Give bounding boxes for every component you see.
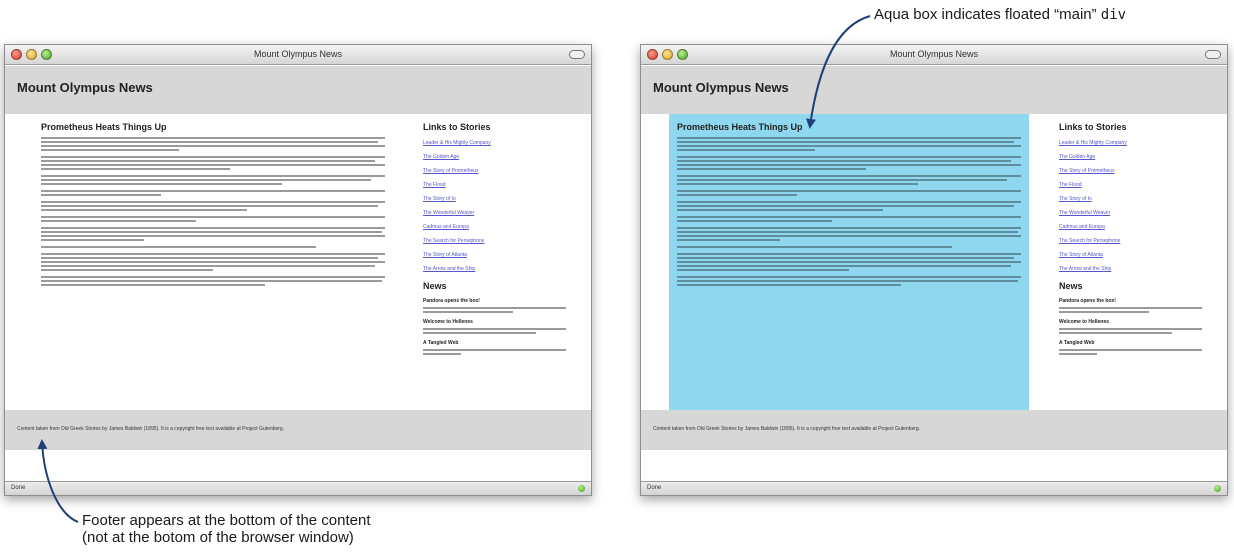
news-heading: News <box>1059 281 1083 291</box>
status-text: Done <box>11 485 26 491</box>
callout-main-div-text: Aqua box indicates floated “main” <box>874 6 1101 23</box>
site-title: Mount Olympus News <box>17 80 153 95</box>
article-paragraph <box>41 175 385 185</box>
news-item: Welcome to Hellenes <box>1059 319 1209 334</box>
news-title: A Tangled Web <box>1059 340 1095 346</box>
footer: Content taken from Old Greek Stories by … <box>5 410 591 450</box>
article-paragraph <box>677 253 1021 271</box>
story-link[interactable]: Leader & His Mighty Company <box>423 139 573 153</box>
story-link[interactable]: The Arrow and the Ship <box>1059 265 1209 279</box>
news-title: Welcome to Hellenes <box>1059 319 1109 325</box>
article-paragraph <box>677 137 1021 151</box>
browser-window-right: Mount Olympus News Mount Olympus News Pr… <box>640 44 1228 496</box>
news-item: A Tangled Web <box>423 340 573 355</box>
story-link[interactable]: The Story of Prometheus <box>1059 167 1209 181</box>
status-bar: Done <box>5 481 591 495</box>
web-page: Mount Olympus News Prometheus Heats Thin… <box>641 66 1227 481</box>
sidebar: Links to Stories Leader & His Mighty Com… <box>423 122 573 361</box>
web-page: Mount Olympus News Prometheus Heats Thin… <box>5 66 591 481</box>
title-bar: Mount Olympus News <box>641 45 1227 65</box>
story-link[interactable]: The Wonderful Weaver <box>423 209 573 223</box>
footer-text: Content taken from Old Greek Stories by … <box>653 426 921 432</box>
news-item: A Tangled Web <box>1059 340 1209 355</box>
article-paragraph <box>677 201 1021 211</box>
story-link[interactable]: The Story of Io <box>423 195 573 209</box>
article-paragraph <box>41 201 385 211</box>
status-icon <box>1214 485 1221 492</box>
article-paragraph <box>677 156 1021 170</box>
content-area: Prometheus Heats Things Up Links to Stor… <box>641 114 1227 410</box>
article-paragraph <box>41 216 385 222</box>
status-icon <box>578 485 585 492</box>
article-paragraph <box>677 216 1021 222</box>
story-link[interactable]: The Search for Persephone <box>423 237 573 251</box>
news-title: A Tangled Web <box>423 340 459 346</box>
story-link[interactable]: The Story of Atlanta <box>423 251 573 265</box>
main-div-highlighted: Prometheus Heats Things Up <box>669 114 1029 410</box>
article-paragraph <box>41 137 385 151</box>
news-title: Welcome to Hellenes <box>423 319 473 325</box>
story-link[interactable]: The Wonderful Weaver <box>1059 209 1209 223</box>
story-link[interactable]: Cadmus and Europa <box>1059 223 1209 237</box>
news-heading: News <box>423 281 447 291</box>
footer: Content taken from Old Greek Stories by … <box>641 410 1227 450</box>
content-area: Prometheus Heats Things Up Links to Stor… <box>5 114 591 410</box>
window-title: Mount Olympus News <box>889 49 979 59</box>
article-paragraph <box>41 246 385 248</box>
status-bar: Done <box>641 481 1227 495</box>
article-paragraph <box>41 156 385 170</box>
links-heading: Links to Stories <box>423 122 491 132</box>
article-paragraph <box>41 227 385 241</box>
toolbar-toggle-button[interactable] <box>1205 50 1221 59</box>
footer-text: Content taken from Old Greek Stories by … <box>17 426 285 432</box>
story-link[interactable]: The Golden Age <box>1059 153 1209 167</box>
article-paragraph <box>677 190 1021 196</box>
article-paragraph <box>677 276 1021 286</box>
main-div: Prometheus Heats Things Up <box>33 114 393 410</box>
news-title: Pandora opens the box! <box>423 298 480 304</box>
article-heading: Prometheus Heats Things Up <box>677 122 803 132</box>
story-link[interactable]: The Flood <box>423 181 573 195</box>
story-link[interactable]: The Story of Io <box>1059 195 1209 209</box>
sidebar: Links to Stories Leader & His Mighty Com… <box>1059 122 1209 361</box>
toolbar-toggle-button[interactable] <box>569 50 585 59</box>
status-text: Done <box>647 485 662 491</box>
article-paragraph <box>677 175 1021 185</box>
article-heading: Prometheus Heats Things Up <box>41 122 167 132</box>
article-paragraph <box>41 253 385 271</box>
browser-window-left: Mount Olympus News Mount Olympus News Pr… <box>4 44 592 496</box>
callout-main-div: Aqua box indicates floated “main” div <box>874 6 1126 23</box>
story-link[interactable]: Cadmus and Europa <box>423 223 573 237</box>
window-title: Mount Olympus News <box>253 49 343 59</box>
article-paragraph <box>41 190 385 196</box>
story-link[interactable]: The Story of Prometheus <box>423 167 573 181</box>
article-paragraph <box>677 227 1021 241</box>
masthead: Mount Olympus News <box>641 66 1227 114</box>
news-item: Pandora opens the box! <box>1059 298 1209 313</box>
callout-main-div-code: div <box>1100 7 1127 23</box>
story-link[interactable]: The Arrow and the Ship <box>423 265 573 279</box>
links-heading: Links to Stories <box>1059 122 1127 132</box>
news-title: Pandora opens the box! <box>1059 298 1116 304</box>
story-link[interactable]: Leader & His Mighty Company <box>1059 139 1209 153</box>
story-link[interactable]: The Story of Atlanta <box>1059 251 1209 265</box>
news-item: Pandora opens the box! <box>423 298 573 313</box>
article-paragraph <box>677 246 1021 248</box>
site-title: Mount Olympus News <box>653 80 789 95</box>
callout-footer-line-2: (not at the botom of the browser window) <box>82 529 354 546</box>
story-link[interactable]: The Search for Persephone <box>1059 237 1209 251</box>
callout-footer-line-1: Footer appears at the bottom of the cont… <box>82 512 371 529</box>
masthead: Mount Olympus News <box>5 66 591 114</box>
story-link[interactable]: The Golden Age <box>423 153 573 167</box>
title-bar: Mount Olympus News <box>5 45 591 65</box>
article-paragraph <box>41 276 385 286</box>
story-link[interactable]: The Flood <box>1059 181 1209 195</box>
callout-footer: Footer appears at the bottom of the cont… <box>82 512 371 546</box>
news-item: Welcome to Hellenes <box>423 319 573 334</box>
